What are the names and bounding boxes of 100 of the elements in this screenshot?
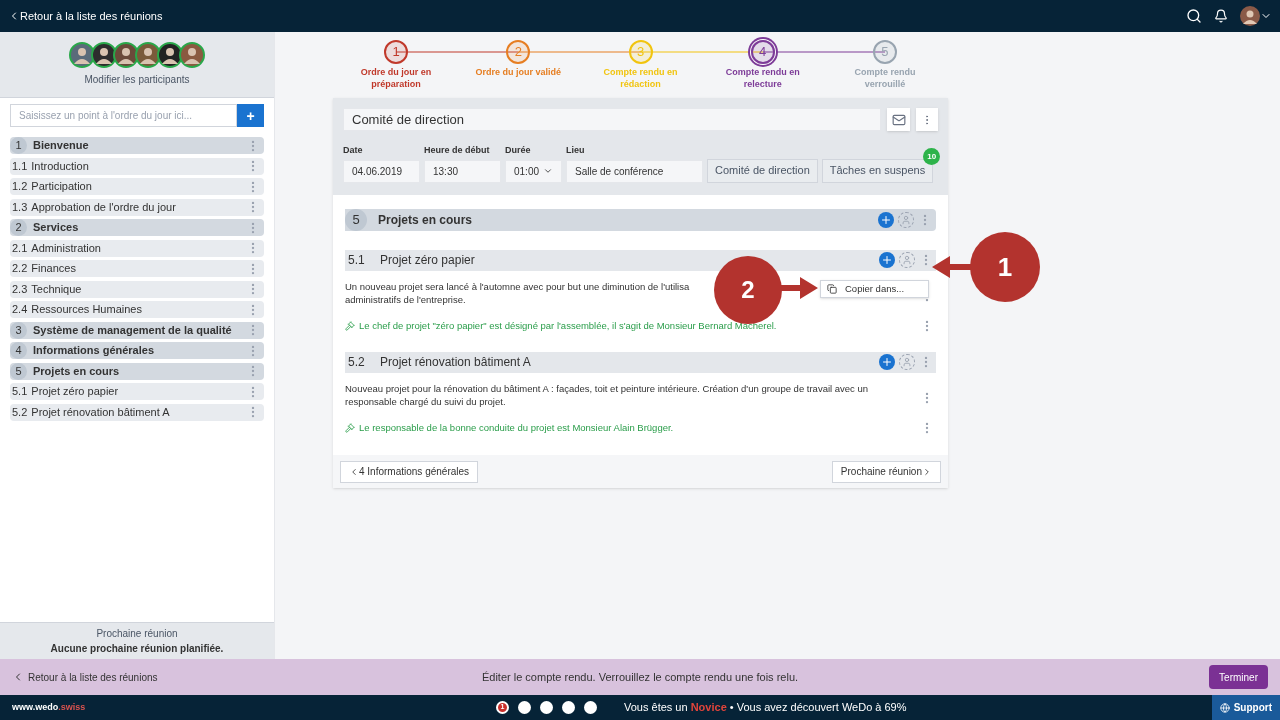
item-number: 2.1 xyxy=(11,240,28,256)
agenda-item[interactable]: 1.2 Participation xyxy=(10,178,264,195)
decision-text: Le responsable de la bonne conduite du projet est Monsieur Alain Brügger. xyxy=(359,420,674,435)
item-label: Informations générales xyxy=(33,343,155,359)
search-icon[interactable] xyxy=(1186,8,1202,24)
item-number: 2 xyxy=(10,219,27,236)
add-icon[interactable] xyxy=(880,213,892,226)
gavel-icon xyxy=(345,422,355,433)
item-label: Bienvenue xyxy=(33,138,89,154)
duration-select[interactable]: 01:00 xyxy=(505,159,562,183)
input-field[interactable]: Salle de conférence xyxy=(566,159,703,183)
agenda-item[interactable]: 1.3 Approbation de l'ordre du jour xyxy=(10,198,264,216)
topic-title: Projet zéro papier xyxy=(380,252,475,269)
back-link[interactable]: Retour à la liste des réunions xyxy=(8,7,163,25)
email-button[interactable] xyxy=(887,108,910,131)
item-number: 1.1 xyxy=(11,158,28,174)
agenda-item[interactable]: 5.1 Projet zéro papier xyxy=(10,383,264,400)
globe-icon xyxy=(1219,702,1230,713)
item-label: Projets en cours xyxy=(33,363,120,379)
agenda-section[interactable]: 4 Informations générales xyxy=(10,342,264,359)
more-button[interactable] xyxy=(916,108,938,131)
agenda-section[interactable]: 2 Services xyxy=(10,219,264,236)
item-label: Services xyxy=(33,220,79,236)
meeting-title-field[interactable]: Comité de direction xyxy=(343,108,881,131)
avatar[interactable] xyxy=(135,42,161,68)
back-link[interactable]: Retour à la liste des réunions xyxy=(12,669,158,685)
avatar[interactable] xyxy=(113,42,139,68)
item-number: 4 xyxy=(10,342,27,359)
step-label: Compte rendu en rédaction xyxy=(602,66,679,90)
agenda-item[interactable]: 2.3 Technique xyxy=(10,280,264,298)
item-number: 1.3 xyxy=(11,199,28,215)
topic-title: Projet rénovation bâtiment A xyxy=(380,354,531,372)
item-label: Ressources Humaines xyxy=(31,302,142,318)
callout-marker: 1 xyxy=(970,232,1040,302)
item-number: 3 xyxy=(10,321,27,339)
field-label: Durée xyxy=(505,144,532,157)
item-number: 1 xyxy=(10,137,27,154)
item-label: Administration xyxy=(31,240,101,256)
finish-button[interactable]: Terminer xyxy=(1209,665,1268,689)
step-label: Compte rendu en relecture xyxy=(724,66,801,90)
agenda-section[interactable]: 3 Système de management de la qualité xyxy=(10,321,264,339)
agenda-item[interactable]: 1.1 Introduction xyxy=(10,157,264,175)
agenda-input[interactable]: Saisissez un point à l'ordre du jour ici... xyxy=(10,104,237,127)
field-label: Heure de début xyxy=(424,144,491,157)
agenda-item[interactable]: 2.2 Finances xyxy=(10,260,264,277)
menu-item[interactable]: Copier dans... xyxy=(845,281,905,297)
step-label: Compte rendu verrouillé xyxy=(853,66,917,90)
next-meeting-value: Aucune prochaine réunion planifiée. xyxy=(50,642,224,656)
count-badge: 10 xyxy=(923,148,941,166)
user-icon[interactable] xyxy=(901,214,911,225)
agenda-item[interactable]: 2.1 Administration xyxy=(10,239,264,257)
item-number: 2.3 xyxy=(11,281,28,297)
input-field[interactable]: 13:30 xyxy=(424,159,501,183)
chevron-right-icon xyxy=(922,466,932,477)
section-number: 5 xyxy=(345,208,367,231)
item-number: 5.1 xyxy=(11,384,28,400)
email-icon xyxy=(891,112,906,127)
input-field[interactable]: 04.06.2019 xyxy=(343,159,420,183)
add-button[interactable]: + xyxy=(237,104,264,127)
item-number: 5.2 xyxy=(11,404,28,420)
item-label: Technique xyxy=(31,281,82,297)
copy-icon xyxy=(827,284,837,294)
user-icon[interactable] xyxy=(902,255,912,265)
item-label: Approbation de l'ordre du jour xyxy=(31,199,176,215)
avatar[interactable] xyxy=(91,42,117,68)
previous-button[interactable]: 4 Informations générales xyxy=(340,460,479,483)
meeting-button[interactable]: Tâches en suspens xyxy=(821,158,934,183)
agenda-item[interactable]: 2.4 Ressources Humaines xyxy=(10,301,264,318)
meeting-button[interactable]: Comité de direction xyxy=(707,158,818,183)
topic-number: 5.2 xyxy=(348,354,366,372)
edit-participants-link[interactable]: Modifier les participants xyxy=(84,72,190,87)
avatar[interactable] xyxy=(157,42,183,68)
add-icon[interactable] xyxy=(881,356,893,369)
field-label: Lieu xyxy=(566,144,586,157)
item-label: Projet rénovation bâtiment A xyxy=(31,404,170,420)
topic-text: Nouveau projet pour la rénovation du bâtiment A : façades, toit et peinture intérieure. Création d'un groupe de travail avec un xyxy=(345,381,869,395)
topic-text: Un nouveau projet sera lancé à l'automne avec pour but une diminution de l'utilisa xyxy=(345,279,690,293)
user-icon[interactable] xyxy=(902,357,912,368)
support-button[interactable]: Support xyxy=(1211,695,1280,720)
item-number: 2.2 xyxy=(11,261,28,277)
agenda-section[interactable]: 1 Bienvenue xyxy=(10,137,264,154)
item-number: 1.2 xyxy=(11,179,28,195)
item-label: Participation xyxy=(31,179,92,195)
topic-text: responsable chargé du suivi du projet. xyxy=(345,394,506,408)
add-icon[interactable] xyxy=(881,254,893,266)
caret-icon xyxy=(543,166,553,176)
agenda-item[interactable]: 5.2 Projet rénovation bâtiment A xyxy=(10,403,264,421)
avatar[interactable] xyxy=(69,42,95,68)
item-number: 5 xyxy=(10,362,27,380)
topic-number: 5.1 xyxy=(348,252,366,269)
brand-link[interactable]: www.wedo.swiss xyxy=(12,700,86,715)
item-label: Système de management de la qualité xyxy=(33,322,232,338)
chevron-left-icon xyxy=(349,466,359,477)
topic-text: administratifs de l'entreprise. xyxy=(345,292,466,306)
user-avatar[interactable] xyxy=(1240,6,1260,26)
agenda-section[interactable]: 5 Projets en cours xyxy=(10,362,264,380)
item-label: Introduction xyxy=(31,158,89,174)
step-label: Ordre du jour validé xyxy=(474,66,563,78)
bell-icon[interactable] xyxy=(1214,9,1228,23)
next-button[interactable]: Prochaine réunion xyxy=(831,460,941,483)
